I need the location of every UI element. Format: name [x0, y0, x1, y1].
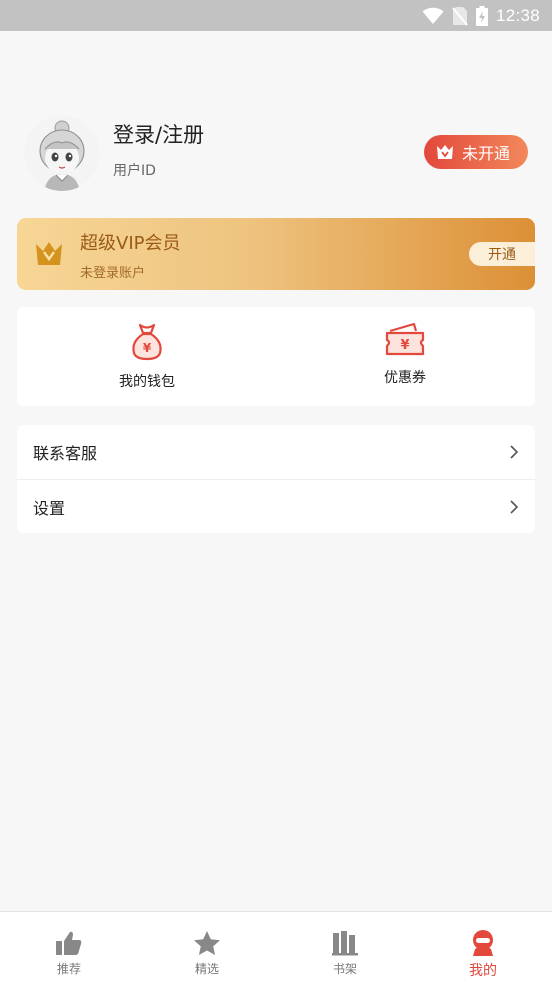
thumbs-up-icon [54, 929, 84, 957]
vip-status-text: 未开通 [462, 144, 511, 163]
menu-item-customer-service[interactable]: 联系客服 [17, 425, 535, 479]
coupon-label: 优惠券 [384, 370, 426, 386]
svg-text:¥: ¥ [400, 338, 409, 353]
svg-text:¥: ¥ [143, 341, 152, 355]
coupon-icon: ¥ [385, 322, 425, 356]
menu-item-label: 设置 [33, 498, 66, 518]
user-id-label: 用户ID [113, 163, 156, 179]
wifi-icon [422, 7, 444, 25]
no-sim-icon [452, 6, 468, 26]
vip-status-badge[interactable]: 未开通 [424, 135, 528, 169]
avatar[interactable] [24, 115, 100, 191]
star-icon [192, 929, 222, 957]
tab-label: 精选 [194, 962, 219, 976]
coupon-button[interactable]: ¥ 优惠券 [345, 307, 465, 406]
bottom-tab-bar: 推荐 精选 书架 我的 [0, 911, 552, 981]
bookshelf-icon [330, 929, 360, 957]
status-time: 12:38 [495, 5, 540, 25]
tab-bookshelf[interactable]: 书架 [276, 912, 414, 981]
menu-item-label: 联系客服 [33, 444, 98, 463]
vip-crown-icon [436, 144, 454, 160]
tab-label: 书架 [332, 962, 357, 976]
vip-open-button[interactable]: 开通 [469, 242, 535, 266]
vip-subtitle: 未登录账户 [80, 266, 146, 281]
tab-featured[interactable]: 精选 [138, 912, 276, 981]
chevron-right-icon [510, 445, 519, 459]
tab-label: 我的 [469, 963, 497, 979]
profile-icon [468, 929, 498, 957]
tab-recommend[interactable]: 推荐 [0, 912, 138, 981]
chevron-right-icon [510, 499, 519, 514]
login-register-link[interactable]: 登录/注册 [113, 119, 204, 149]
tab-mine[interactable]: 我的 [414, 912, 552, 981]
profile-header: 登录/注册 用户ID 未开通 [24, 114, 528, 191]
status-bar: 12:38 [0, 0, 552, 31]
tab-label: 推荐 [56, 962, 81, 976]
my-wallet-button[interactable]: ¥ 我的钱包 [87, 307, 207, 406]
menu-item-settings[interactable]: 设置 [17, 479, 535, 533]
my-wallet-label: 我的钱包 [119, 374, 175, 390]
money-bag-icon: ¥ [132, 323, 162, 361]
settings-menu: 联系客服 设置 [17, 425, 535, 533]
super-vip-card[interactable]: 超级VIP会员 未登录账户 开通 [17, 218, 535, 290]
crown-icon [36, 242, 62, 265]
battery-charging-icon [475, 5, 488, 26]
quick-actions-card: ¥ 我的钱包 ¥ 优惠券 [17, 307, 535, 406]
vip-title: 超级VIP会员 [80, 233, 181, 254]
